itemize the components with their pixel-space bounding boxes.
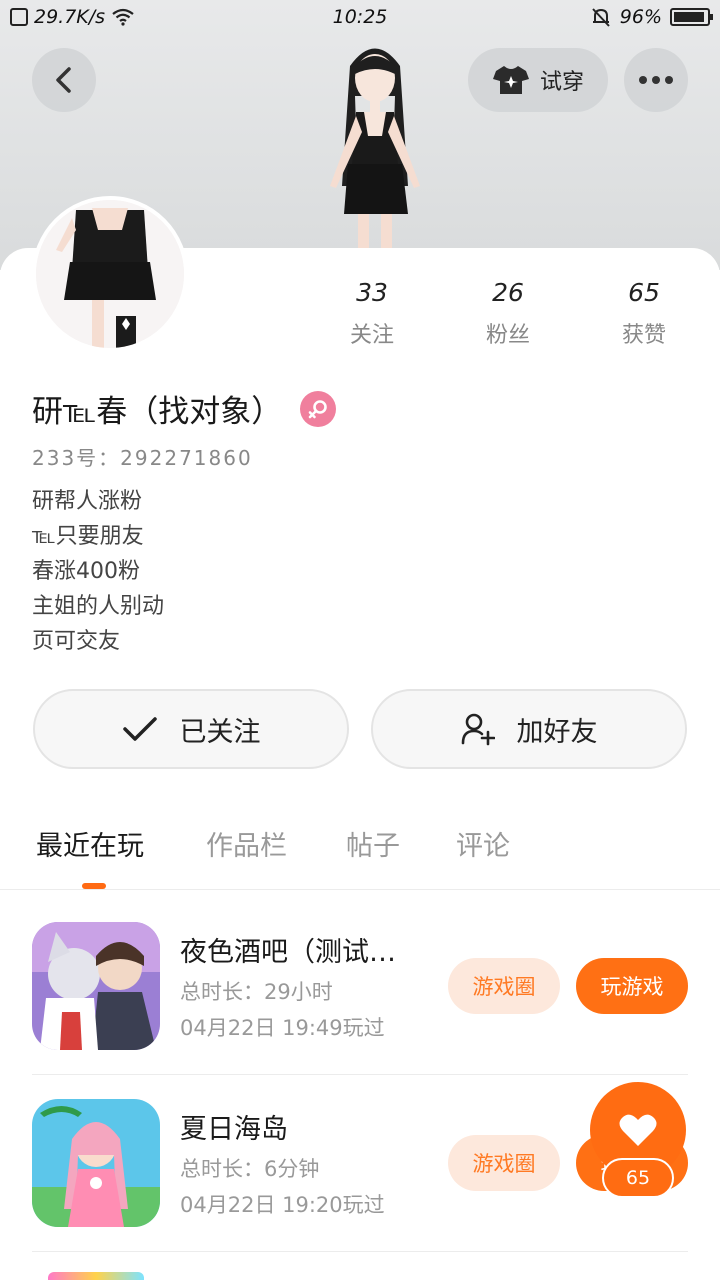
game-duration: 总时长：6分钟	[180, 1157, 320, 1181]
username-row: 研℡春（找对象）	[32, 386, 337, 431]
status-bar: 29.7K/s 10:25 96%	[0, 0, 720, 34]
game-icon[interactable]	[32, 1099, 160, 1227]
profile-tabs: 最近在玩 作品栏 帖子 评论	[0, 820, 720, 890]
back-button[interactable]	[32, 48, 96, 112]
stat-label: 获赞	[621, 323, 666, 348]
bio-line: 主姐的人别动	[32, 594, 165, 619]
tab-works[interactable]: 作品栏	[206, 824, 287, 863]
list-item[interactable]: 夜色酒吧（测试… 总时长：29小时 04月22日 19:49玩过 游戏圈 玩游戏	[0, 898, 720, 1075]
more-dots-icon	[639, 76, 647, 84]
followed-button[interactable]: 已关注	[33, 689, 349, 769]
game-last-played: 04月22日 19:20玩过	[180, 1193, 385, 1217]
bio-line: 研帮人涨粉	[32, 489, 143, 514]
active-tab-indicator	[82, 883, 106, 889]
next-game-icon-peek	[48, 1272, 144, 1280]
more-options-button[interactable]	[624, 48, 688, 112]
network-speed: 29.7K/s	[34, 6, 106, 28]
stat-following[interactable]: 33 关注	[312, 278, 432, 349]
divider	[32, 1251, 688, 1252]
add-friend-label: 加好友	[516, 716, 598, 748]
avatar-image	[36, 200, 184, 348]
mute-bell-icon	[592, 8, 610, 27]
bio-line: ℡只要朋友	[32, 524, 144, 549]
add-user-icon	[461, 713, 495, 746]
tab-posts[interactable]: 帖子	[346, 824, 400, 863]
stat-likes[interactable]: 65 获赞	[584, 278, 704, 349]
bio-line: 春涨400粉	[32, 559, 140, 584]
user-id: 233号：292271860	[32, 446, 253, 470]
game-circle-button[interactable]: 游戏圈	[448, 958, 560, 1014]
game-icon[interactable]	[32, 922, 160, 1050]
try-on-button[interactable]: 试穿	[468, 48, 608, 112]
followed-label: 已关注	[179, 716, 261, 748]
wifi-icon	[112, 8, 134, 26]
stat-label: 粉丝	[485, 323, 530, 348]
heart-icon	[619, 1114, 657, 1146]
game-duration: 总时长：29小时	[180, 980, 333, 1004]
bio: 研帮人涨粉 ℡只要朋友 春涨400粉 主姐的人别动 页可交友	[32, 484, 164, 659]
play-game-button[interactable]: 玩游戏	[576, 958, 688, 1014]
bio-line: 页可交友	[32, 629, 121, 654]
game-last-played: 04月22日 19:49玩过	[180, 1016, 385, 1040]
stat-value: 26	[492, 278, 524, 307]
tab-comments[interactable]: 评论	[456, 824, 510, 863]
female-gender-icon	[300, 390, 337, 427]
like-count: 65	[602, 1158, 674, 1198]
stat-fans[interactable]: 26 粉丝	[448, 278, 568, 349]
profile-stats: 33 关注 26 粉丝 65 获赞	[300, 278, 720, 358]
battery-percent: 96%	[619, 6, 662, 28]
avatar-3d-figure	[330, 48, 420, 254]
tab-recently-played[interactable]: 最近在玩	[36, 824, 144, 863]
try-on-label: 试穿	[539, 70, 584, 95]
notification-icon	[10, 8, 28, 26]
game-title: 夜色酒吧（测试…	[180, 937, 396, 968]
game-title: 夏日海岛	[180, 1114, 288, 1145]
avatar[interactable]	[32, 196, 188, 352]
stat-value: 33	[356, 278, 388, 307]
username: 研℡春（找对象）	[32, 394, 283, 430]
checkmark-icon	[122, 717, 157, 741]
chevron-left-icon	[56, 67, 71, 93]
add-friend-button[interactable]: 加好友	[371, 689, 687, 769]
shirt-icon	[492, 66, 529, 94]
stat-value: 65	[628, 278, 660, 307]
game-circle-button[interactable]: 游戏圈	[448, 1135, 560, 1191]
stat-label: 关注	[349, 323, 394, 348]
battery-icon	[670, 8, 713, 26]
